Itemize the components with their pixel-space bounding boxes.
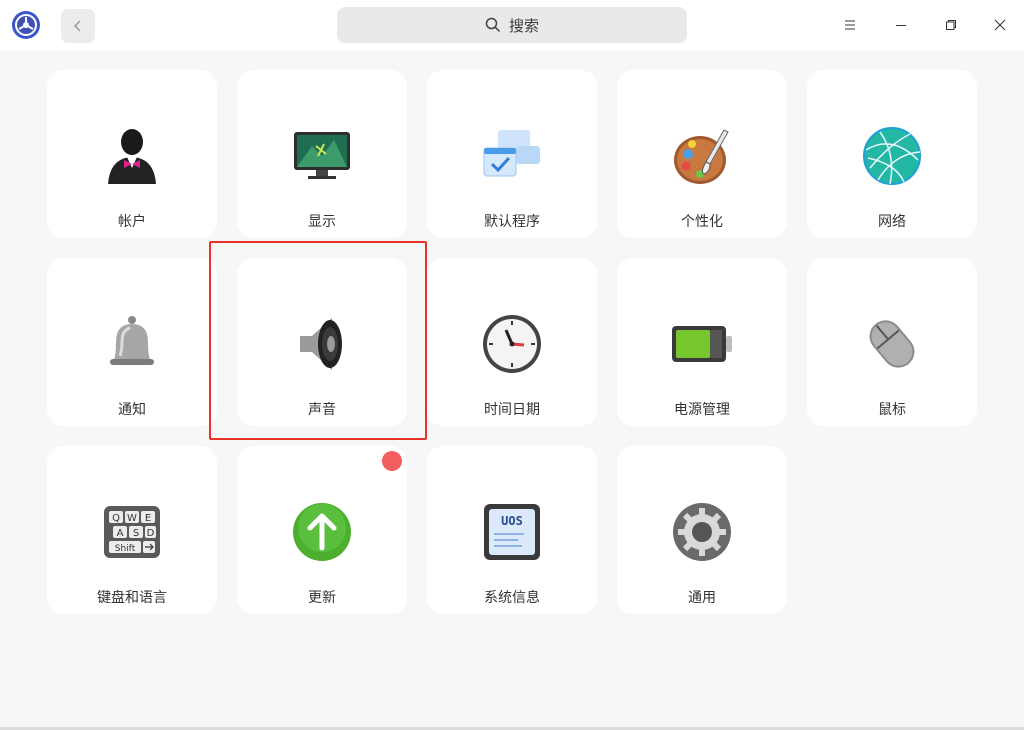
module-card-sound[interactable]: 声音 <box>237 258 407 426</box>
personalization-icon <box>674 129 729 184</box>
module-card-mouse[interactable]: 鼠标 <box>807 258 977 426</box>
module-label: 网络 <box>878 214 906 230</box>
module-label: 显示 <box>308 214 336 230</box>
module-label: 系统信息 <box>484 590 540 606</box>
default-apps-icon <box>483 130 540 177</box>
clock-icon <box>483 315 541 373</box>
system-info-icon: UOS <box>484 504 540 560</box>
module-label: 个性化 <box>681 214 723 230</box>
keyboard-icon: Q W E A S D Shift <box>104 506 160 558</box>
maximize-button[interactable] <box>936 10 966 40</box>
gear-icon <box>673 503 731 561</box>
display-icon <box>294 132 350 179</box>
search-placeholder: 搜索 <box>508 16 539 35</box>
notification-bell-icon <box>110 316 154 365</box>
module-label: 通知 <box>118 402 146 418</box>
close-icon <box>994 19 1006 31</box>
module-card-personalization[interactable]: 个性化 <box>617 70 787 238</box>
key-w: W <box>127 513 137 524</box>
control-center-logo-icon <box>12 11 40 39</box>
restore-icon <box>946 20 956 30</box>
module-label: 通用 <box>688 590 716 606</box>
search-input[interactable]: 搜索 <box>337 7 687 43</box>
hamburger-menu-icon <box>845 20 855 30</box>
minimize-icon <box>896 25 906 26</box>
key-s: S <box>133 528 139 539</box>
module-card-account[interactable]: 帐户 <box>47 70 217 238</box>
uos-text: UOS <box>501 514 523 528</box>
chevron-left-icon <box>73 20 81 32</box>
network-icon <box>863 127 921 185</box>
module-card-general[interactable]: 通用 <box>617 446 787 614</box>
module-card-network[interactable]: 网络 <box>807 70 977 238</box>
module-label: 电源管理 <box>674 402 730 418</box>
key-shift: Shift <box>115 544 136 554</box>
key-e: E <box>145 513 151 524</box>
update-arrow-icon <box>293 503 351 561</box>
back-button[interactable] <box>61 9 95 43</box>
module-label: 键盘和语言 <box>97 590 167 606</box>
key-d: D <box>147 528 155 539</box>
module-label: 鼠标 <box>878 402 906 418</box>
module-label: 时间日期 <box>484 402 540 418</box>
minimize-button[interactable] <box>886 10 916 40</box>
module-card-system-info[interactable]: UOS 系统信息 <box>427 446 597 614</box>
module-card-datetime[interactable]: 时间日期 <box>427 258 597 426</box>
search-icon <box>485 17 501 33</box>
module-card-default-apps[interactable]: 默认程序 <box>427 70 597 238</box>
update-notification-badge <box>382 451 402 471</box>
title-bar: 搜索 <box>0 0 1024 50</box>
module-label: 声音 <box>308 402 336 418</box>
speaker-icon <box>300 318 342 370</box>
module-card-update[interactable]: 更新 <box>237 446 407 614</box>
module-card-display[interactable]: 显示 <box>237 70 407 238</box>
account-icon <box>108 129 156 184</box>
module-card-power[interactable]: 电源管理 <box>617 258 787 426</box>
module-card-keyboard[interactable]: Q W E A S D Shift 键盘和语言 <box>47 446 217 614</box>
module-card-notification[interactable]: 通知 <box>47 258 217 426</box>
key-a: A <box>117 528 124 539</box>
module-label: 帐户 <box>118 214 146 230</box>
close-button[interactable] <box>985 10 1015 40</box>
key-q: Q <box>112 513 120 524</box>
module-label: 默认程序 <box>484 214 540 230</box>
menu-button[interactable] <box>835 10 865 40</box>
battery-icon <box>672 326 732 362</box>
module-label: 更新 <box>308 590 336 606</box>
mouse-icon <box>869 320 915 368</box>
